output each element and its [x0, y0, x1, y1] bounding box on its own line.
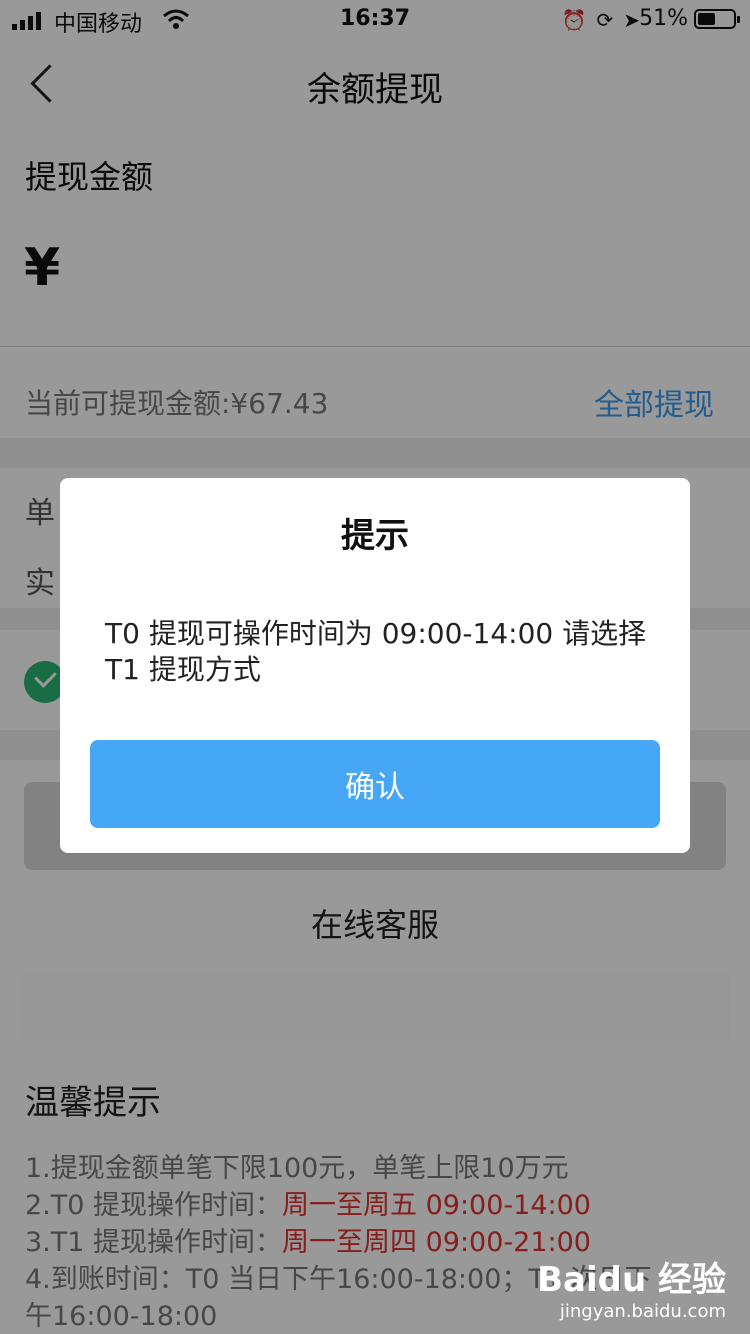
dialog-message: T0 提现可操作时间为 09:00-14:00 请选择 T1 提现方式: [105, 617, 647, 686]
watermark-logo: Baidu 经验: [537, 1260, 726, 1300]
dialog-title: 提示: [341, 516, 409, 556]
screen: 中国移动 16:37 ⏰ ⟳ ➤ 51% 余额提现 提现金额 ¥ 当前可提现金额…: [0, 0, 750, 1334]
watermark-url: jingyan.baidu.com: [559, 1301, 726, 1322]
confirm-button[interactable]: 确认: [90, 740, 660, 828]
baidu-watermark: Baidu 经验 jingyan.baidu.com: [537, 1252, 726, 1322]
alert-dialog: 提示 T0 提现可操作时间为 09:00-14:00 请选择 T1 提现方式 确…: [60, 478, 690, 853]
